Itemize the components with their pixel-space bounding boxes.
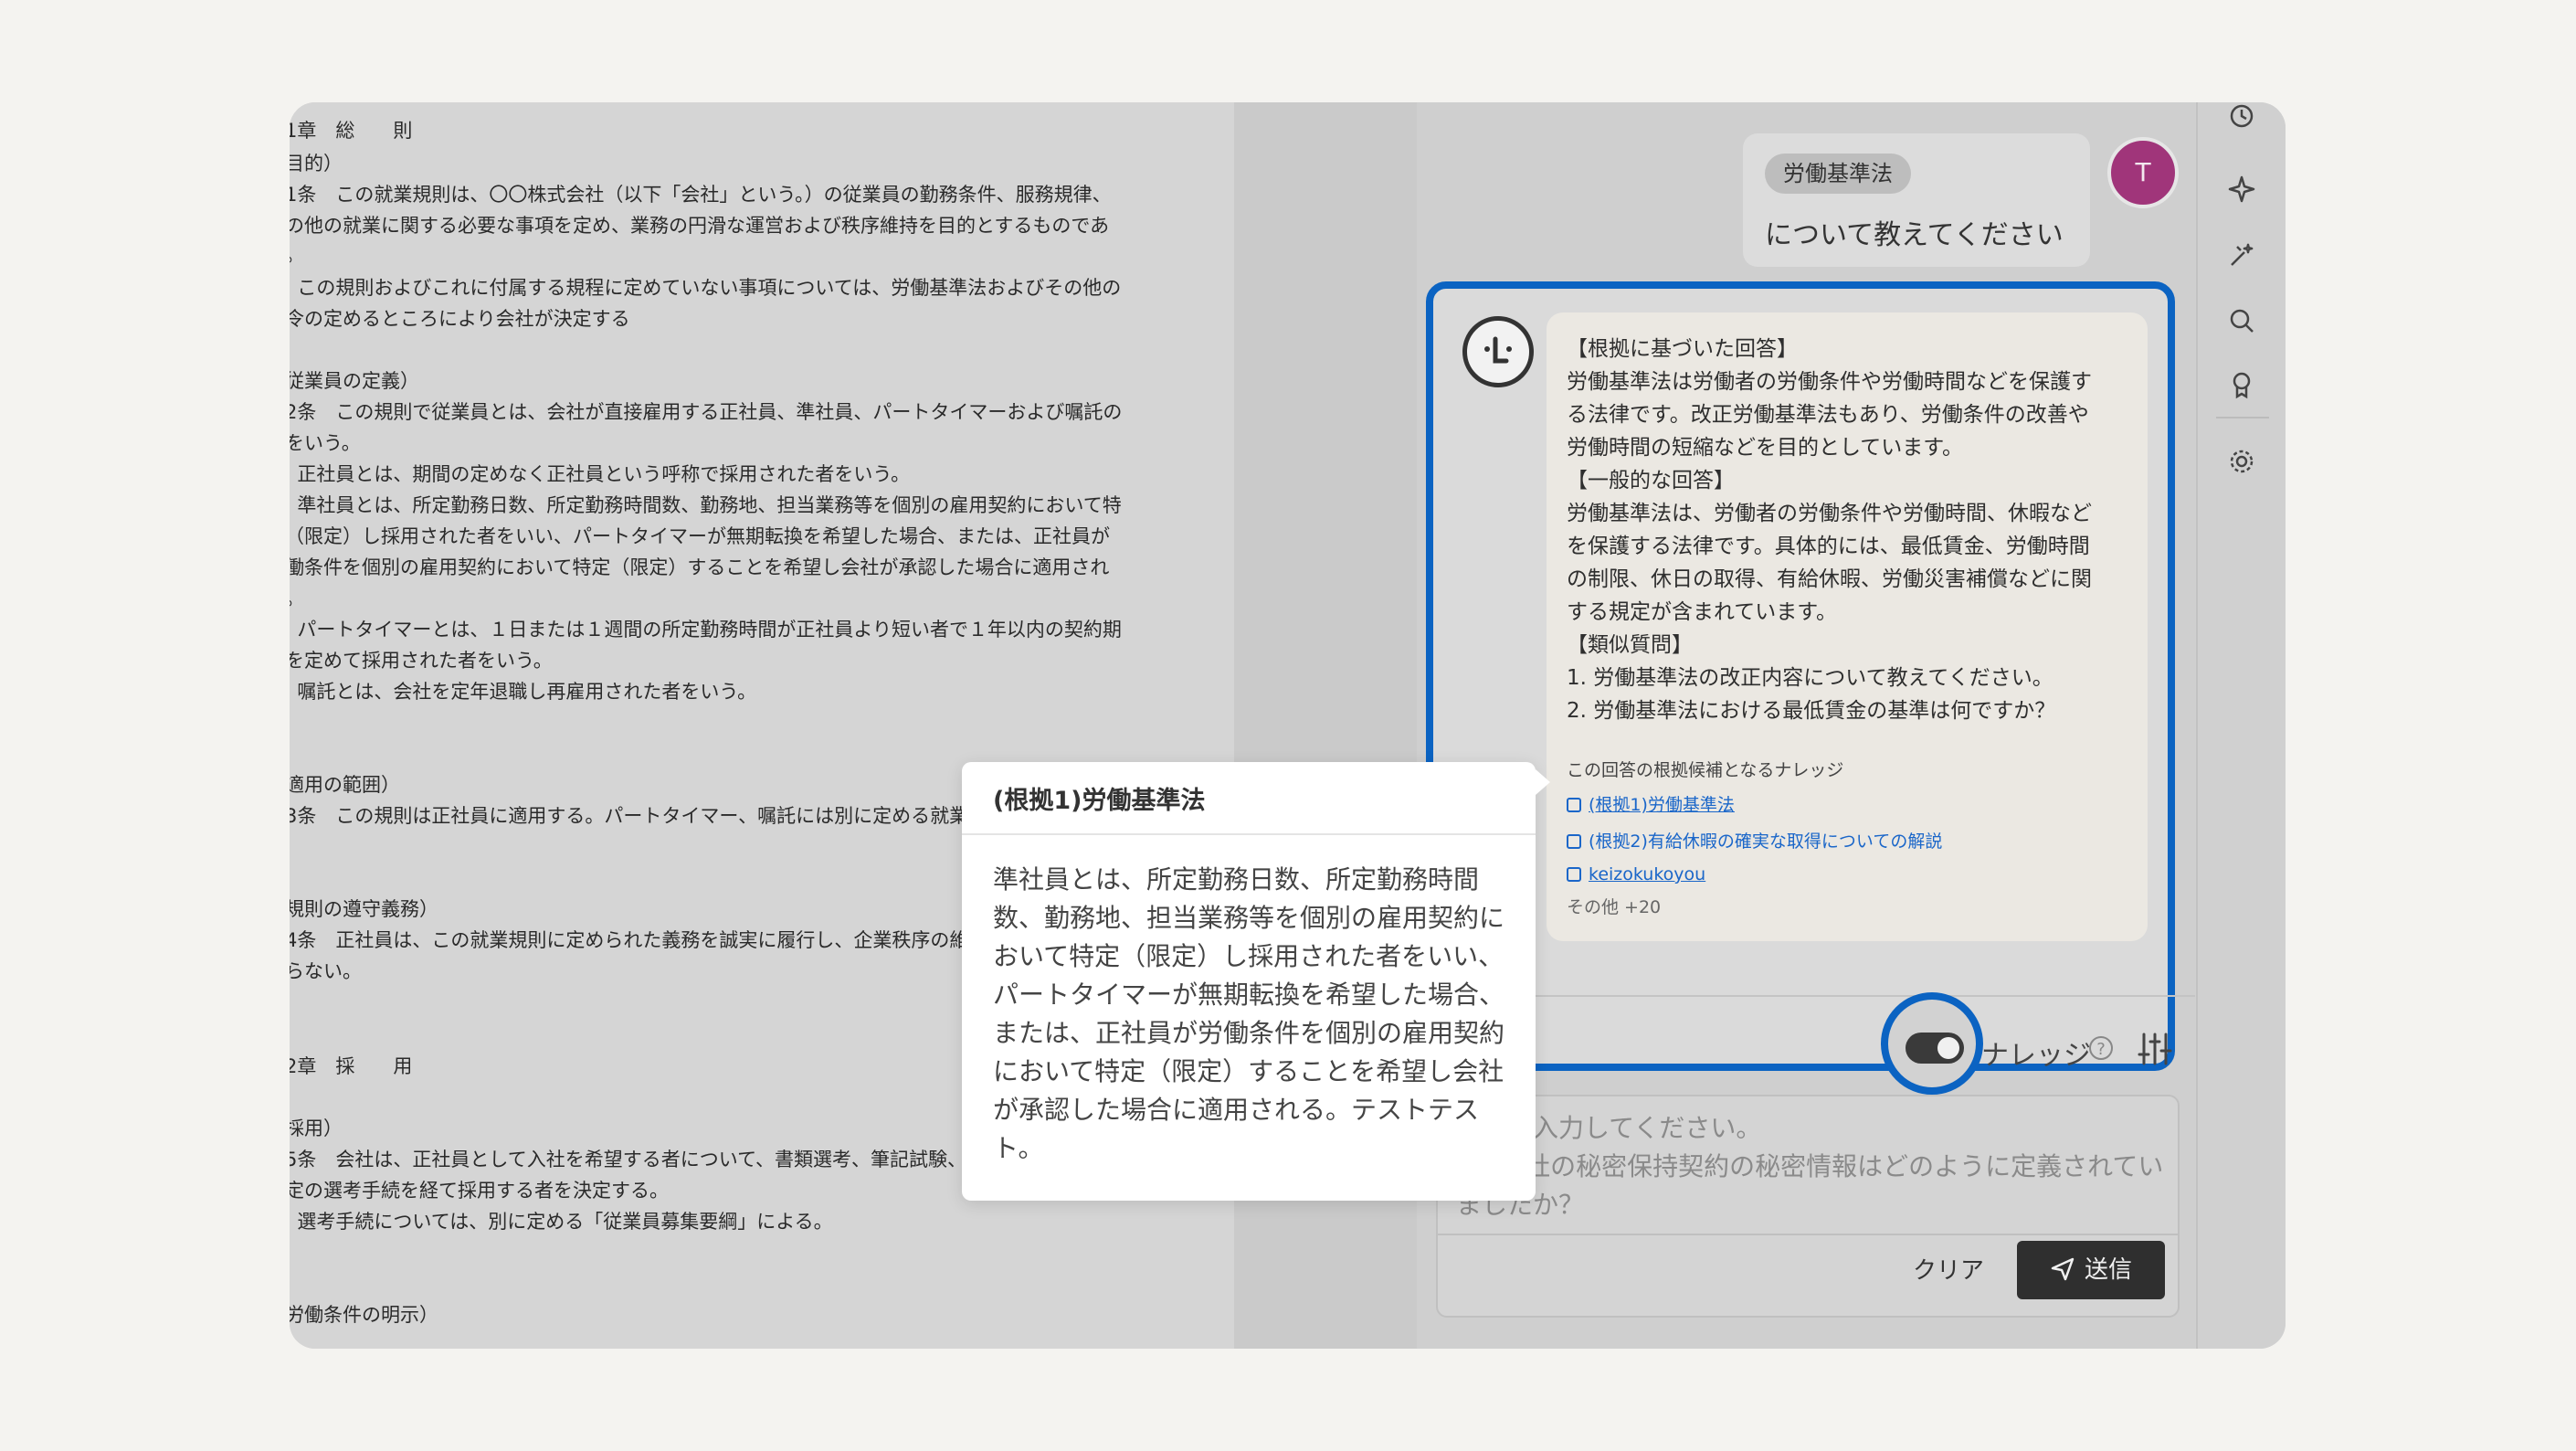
knowledge-toggle[interactable] [1906,1033,1964,1064]
send-icon [2051,1257,2075,1281]
document-line: る。 [290,585,304,612]
settings-icon[interactable] [2226,446,2257,477]
document-icon [1567,834,1581,849]
search-icon[interactable] [2226,305,2257,336]
send-button[interactable]: 送信 [2017,1241,2165,1299]
sidebar-divider [2216,417,2269,418]
document-line: （目的） [290,153,343,175]
message-input[interactable]: 内容を入力してください。 例：A社の秘密保持契約の秘密情報はどのように定義されてい… [1436,1095,2180,1318]
answer-line: 1. 労働基準法の改正内容について教えてください。 [1567,666,2053,690]
knowledge-more[interactable]: その他 +20 [1567,894,1661,918]
answer-line: の制限、休日の取得、有給休暇、労働災害補償などに関 [1567,567,2092,591]
answer-line: する規定が含まれています。 [1567,600,1838,624]
knowledge-link-text[interactable]: keizokukoyou [1589,864,1705,884]
knowledge-link-text[interactable]: (根拠1)労働基準法 [1589,795,1735,815]
tooltip-title: (根拠1)労働基準法 [993,787,1206,815]
document-icon [1567,798,1581,812]
document-line: 5 嘱託とは、会社を定年退職し再雇用された者をいう。 [290,681,757,703]
history-icon[interactable] [2226,102,2257,132]
answer-line: 【根拠に基づいた回答】 [1567,337,1798,361]
document-line: ならない。 [290,960,362,982]
answer-line: 労働基準法は労働者の労働条件や労働時間などを保護す [1567,370,2092,394]
document-line: その他の就業に関する必要な事項を定め、業務の円滑な運営および秩序維持を目的とする… [290,215,1110,237]
document-line: 4 パートタイマーとは、１日または１週間の所定勤務時間が正社員より短い者で１年以… [290,619,1122,641]
badge-icon[interactable] [2226,369,2257,400]
answer-line: 労働基準法は、労働者の労働条件や労働時間、休暇など [1567,502,2092,525]
filter-settings-icon[interactable] [2137,1031,2173,1067]
answer-highlight-frame: この回答の根拠候補となるナレッジ (根拠1)労働基準法 (根拠2)有給休暇の確実… [1426,281,2175,1071]
answer-card: この回答の根拠候補となるナレッジ (根拠1)労働基準法 (根拠2)有給休暇の確実… [1547,312,2148,941]
document-line: （労働条件の明示） [290,1304,438,1326]
document-icon [1567,867,1581,882]
tooltip-divider [962,833,1536,835]
document-line: る。 [290,241,304,269]
answer-line: る法律です。改正労働基準法もあり、労働条件の改善や [1567,403,2089,427]
app-window: 第1章 総 則 （目的） 第1条 この就業規則は、〇〇株式会社（以下「会社」という。… [290,102,2286,1349]
knowledge-tooltip: (根拠1)労働基準法 準社員とは、所定勤務日数、所定勤務時間数、勤務地、担当業務… [962,762,1536,1201]
document-line: 間を定めて採用された者をいう。 [290,650,553,672]
clear-button[interactable]: クリア [1913,1252,1984,1286]
knowledge-link-2[interactable]: (根拠2)有給休暇の確実な取得についての解説 [1567,828,1942,853]
document-line: 第1条 この就業規則は、〇〇株式会社（以下「会社」という。）の従業員の勤務条件、… [290,184,1112,206]
document-line: 2 選考手続については、別に定める「従業員募集要綱」による。 [290,1211,833,1233]
document-line: 労働条件を個別の雇用契約において特定（限定）することを希望し会社が承認した場合に… [290,556,1110,578]
sparkle-icon[interactable] [2226,174,2257,205]
document-line: 法令の定めるところにより会社が決定する [290,308,630,330]
input-placeholder: 内容を入力してください。 例：A社の秘密保持契約の秘密情報はどのように定義されてい… [1456,1113,2164,1220]
document-line: （採用） [290,1117,343,1139]
magic-wand-icon[interactable] [2226,239,2257,270]
knowledge-toggle-label: ナレッジ [1981,1040,2091,1072]
knowledge-link-1[interactable]: (根拠1)労働基準法 [1567,791,1735,816]
tooltip-arrow [1536,769,1550,795]
user-avatar[interactable]: T [2107,137,2179,208]
knowledge-link-3[interactable]: keizokukoyou [1567,864,1705,884]
help-icon[interactable]: ? [2089,1036,2113,1060]
document-line: 2 正社員とは、期間の定めなく正社員という呼称で採用された者をいう。 [290,463,911,485]
right-sidebar [2196,102,2286,1349]
user-message-text: について教えてください [1765,219,2064,251]
answer-line: 労働時間の短縮などを目的としています。 [1567,436,1964,460]
keyword-chip[interactable]: 労働基準法 [1765,154,1911,194]
document-line: 定（限定）し採用された者をいい、パートタイマーが無期転換を希望した場合、または、… [290,525,1110,547]
toggle-knob [1937,1037,1959,1059]
send-label: 送信 [2084,1256,2132,1284]
bot-logo-icon [1462,316,1534,387]
document-line: 者をいう。 [290,432,361,454]
user-message: 労働基準法 について教えてください [1743,133,2090,267]
document-line: 所定の選考手続を経て採用する者を決定する。 [290,1180,669,1202]
answer-line: 【類似質問】 [1567,633,1693,657]
answer-line: 2. 労働基準法における最低賃金の基準は何ですか？ [1567,699,2056,723]
answer-line: を保護する法律です。具体的には、最低賃金、労働時間 [1567,535,2090,558]
answer-line: 【一般的な回答】 [1567,469,1735,492]
knowledge-link-text[interactable]: (根拠2)有給休暇の確実な取得についての解説 [1589,831,1942,852]
document-line: （従業員の定義） [290,370,419,392]
tooltip-body: 準社員とは、所定勤務日数、所定勤務時間数、勤務地、担当業務等を個別の雇用契約にお… [993,864,1505,1163]
document-line: 第2条 この規則で従業員とは、会社が直接雇用する正社員、準社員、パートタイマーお… [290,401,1123,423]
document-line: 第1章 総 則 [290,120,413,142]
document-line: 第2章 採 用 [290,1055,413,1077]
knowledge-label: この回答の根拠候補となるナレッジ [1567,760,1844,780]
document-line: （適用の範囲） [290,774,400,796]
document-line: （規則の遵守義務） [290,898,438,920]
document-line: 3 準社員とは、所定勤務日数、所定勤務時間数、勤務地、担当業務等を個別の雇用契約… [290,494,1122,516]
document-line: 2 この規則およびこれに付属する規程に定めていない事項については、労働基準法およ… [290,277,1122,299]
input-divider [1438,1234,2178,1235]
